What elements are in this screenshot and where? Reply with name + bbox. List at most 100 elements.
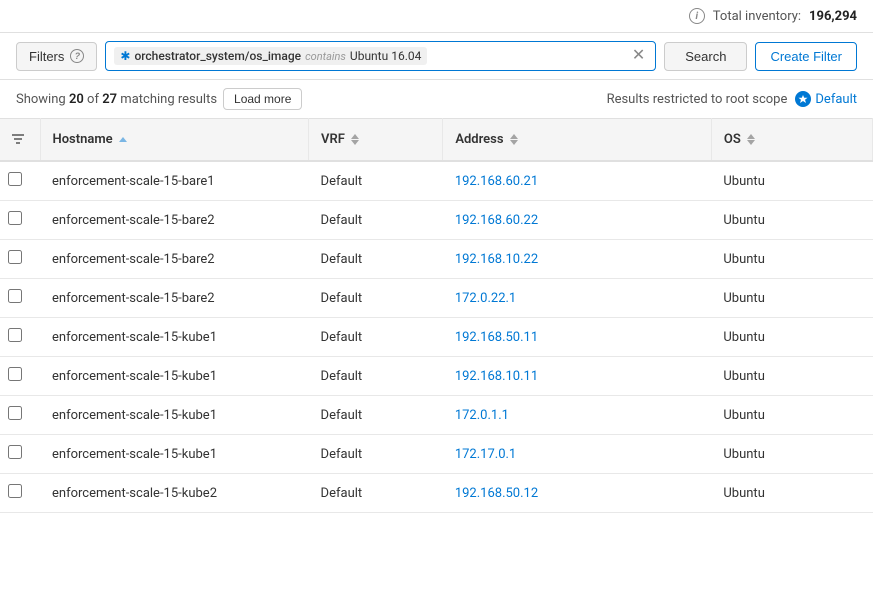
- row-checkbox[interactable]: [8, 367, 22, 381]
- vrf-cell: Default: [309, 161, 443, 201]
- tag-key: orchestrator_system/os_image: [134, 49, 301, 63]
- address-link[interactable]: 192.168.10.22: [455, 252, 538, 267]
- address-cell[interactable]: 192.168.10.11: [443, 357, 712, 396]
- hostname-cell: enforcement-scale-15-bare2: [40, 279, 309, 318]
- create-filter-button[interactable]: Create Filter: [755, 42, 857, 71]
- os-cell: Ubuntu: [711, 357, 872, 396]
- os-cell: Ubuntu: [711, 201, 872, 240]
- row-checkbox-cell: [0, 474, 40, 513]
- table-row: enforcement-scale-15-kube2Default 192.168…: [0, 474, 873, 513]
- info-icon: i: [689, 8, 705, 24]
- hostname-cell: enforcement-scale-15-kube2: [40, 474, 309, 513]
- row-checkbox[interactable]: [8, 484, 22, 498]
- address-link[interactable]: 192.168.10.11: [455, 369, 538, 384]
- filters-button[interactable]: Filters ?: [16, 42, 97, 71]
- results-right: Results restricted to root scope Default: [607, 91, 857, 107]
- address-cell[interactable]: 172.0.1.1: [443, 396, 712, 435]
- hostname-cell: enforcement-scale-15-kube1: [40, 318, 309, 357]
- col-os[interactable]: OS: [711, 119, 872, 162]
- address-link[interactable]: 192.168.50.11: [455, 330, 538, 345]
- os-cell: Ubuntu: [711, 474, 872, 513]
- address-cell[interactable]: 172.17.0.1: [443, 435, 712, 474]
- address-link[interactable]: 172.0.22.1: [455, 291, 516, 306]
- address-cell[interactable]: 192.168.50.12: [443, 474, 712, 513]
- os-cell: Ubuntu: [711, 240, 872, 279]
- table-row: enforcement-scale-15-bare2Default 192.168…: [0, 201, 873, 240]
- results-left: Showing 20 of 27 matching results Load m…: [16, 88, 302, 110]
- total-count: 27: [102, 92, 117, 107]
- address-cell[interactable]: 192.168.10.22: [443, 240, 712, 279]
- os-cell: Ubuntu: [711, 435, 872, 474]
- col-vrf[interactable]: VRF: [309, 119, 443, 162]
- table-row: enforcement-scale-15-bare1Default 192.168…: [0, 161, 873, 201]
- vrf-cell: Default: [309, 357, 443, 396]
- default-badge[interactable]: Default: [795, 91, 857, 107]
- table-row: enforcement-scale-15-bare2Default 192.168…: [0, 240, 873, 279]
- address-cell[interactable]: 192.168.60.22: [443, 201, 712, 240]
- row-checkbox-cell: [0, 357, 40, 396]
- row-checkbox[interactable]: [8, 445, 22, 459]
- tag-operator: contains: [305, 50, 346, 63]
- table-row: enforcement-scale-15-bare2Default 172.0.2…: [0, 279, 873, 318]
- matching-label: matching results: [120, 92, 217, 107]
- search-text-input[interactable]: [431, 49, 626, 64]
- table-body: enforcement-scale-15-bare1Default192.168…: [0, 161, 873, 513]
- row-checkbox[interactable]: [8, 250, 22, 264]
- address-cell[interactable]: 192.168.60.21: [443, 161, 712, 201]
- row-checkbox[interactable]: [8, 289, 22, 303]
- vrf-cell: Default: [309, 474, 443, 513]
- address-sort-icon: [510, 134, 518, 145]
- table-row: enforcement-scale-15-kube1Default 192.168…: [0, 357, 873, 396]
- of-label: of: [87, 92, 99, 107]
- row-checkbox-cell: [0, 318, 40, 357]
- address-link[interactable]: 172.0.1.1: [455, 408, 509, 423]
- address-link[interactable]: 172.17.0.1: [455, 447, 516, 462]
- tag-value: Ubuntu 16.04: [350, 49, 421, 63]
- search-button[interactable]: Search: [664, 42, 747, 71]
- tag-chip: ✱ orchestrator_system/os_image contains …: [114, 47, 427, 65]
- inventory-label: Total inventory:: [713, 9, 801, 24]
- address-link[interactable]: 192.168.50.12: [455, 486, 538, 501]
- vrf-cell: Default: [309, 201, 443, 240]
- row-checkbox-cell: [0, 396, 40, 435]
- os-cell: Ubuntu: [711, 318, 872, 357]
- vrf-cell: Default: [309, 279, 443, 318]
- row-checkbox[interactable]: [8, 211, 22, 225]
- filter-icon[interactable]: [8, 129, 28, 149]
- hostname-cell: enforcement-scale-15-bare2: [40, 201, 309, 240]
- row-checkbox[interactable]: [8, 406, 22, 420]
- table-container: Hostname VRF: [0, 118, 873, 513]
- hostname-sort-icon: [119, 137, 127, 142]
- hostname-cell: enforcement-scale-15-bare2: [40, 240, 309, 279]
- address-link[interactable]: 192.168.60.22: [455, 213, 538, 228]
- vrf-cell: Default: [309, 318, 443, 357]
- restricted-label: Results restricted to root scope: [607, 92, 788, 107]
- hostname-cell: enforcement-scale-15-kube1: [40, 435, 309, 474]
- address-cell[interactable]: 172.0.22.1: [443, 279, 712, 318]
- table-row: enforcement-scale-15-kube1Default172.0.1…: [0, 396, 873, 435]
- col-address[interactable]: Address: [443, 119, 712, 162]
- hostname-cell: enforcement-scale-15-kube1: [40, 357, 309, 396]
- tag-star-icon: ✱: [120, 49, 130, 63]
- col-checkbox: [0, 119, 40, 162]
- load-more-button[interactable]: Load more: [223, 88, 302, 110]
- os-sort-icon: [747, 134, 755, 145]
- default-badge-icon: [795, 91, 811, 107]
- vrf-cell: Default: [309, 396, 443, 435]
- row-checkbox[interactable]: [8, 328, 22, 342]
- table-row: enforcement-scale-15-kube1Default 192.168…: [0, 318, 873, 357]
- address-cell[interactable]: 192.168.50.11: [443, 318, 712, 357]
- top-bar: i Total inventory: 196,294: [0, 0, 873, 33]
- col-hostname[interactable]: Hostname: [40, 119, 309, 162]
- clear-button[interactable]: ✕: [630, 48, 647, 64]
- showing-count: 20: [69, 92, 84, 107]
- results-count: Showing 20 of 27 matching results: [16, 92, 217, 107]
- default-label: Default: [815, 92, 857, 107]
- address-link[interactable]: 192.168.60.21: [455, 174, 538, 189]
- hostname-cell: enforcement-scale-15-bare1: [40, 161, 309, 201]
- search-bar: Filters ? ✱ orchestrator_system/os_image…: [0, 33, 873, 80]
- vrf-cell: Default: [309, 240, 443, 279]
- row-checkbox[interactable]: [8, 172, 22, 186]
- filters-help-icon: ?: [70, 49, 84, 63]
- os-cell: Ubuntu: [711, 279, 872, 318]
